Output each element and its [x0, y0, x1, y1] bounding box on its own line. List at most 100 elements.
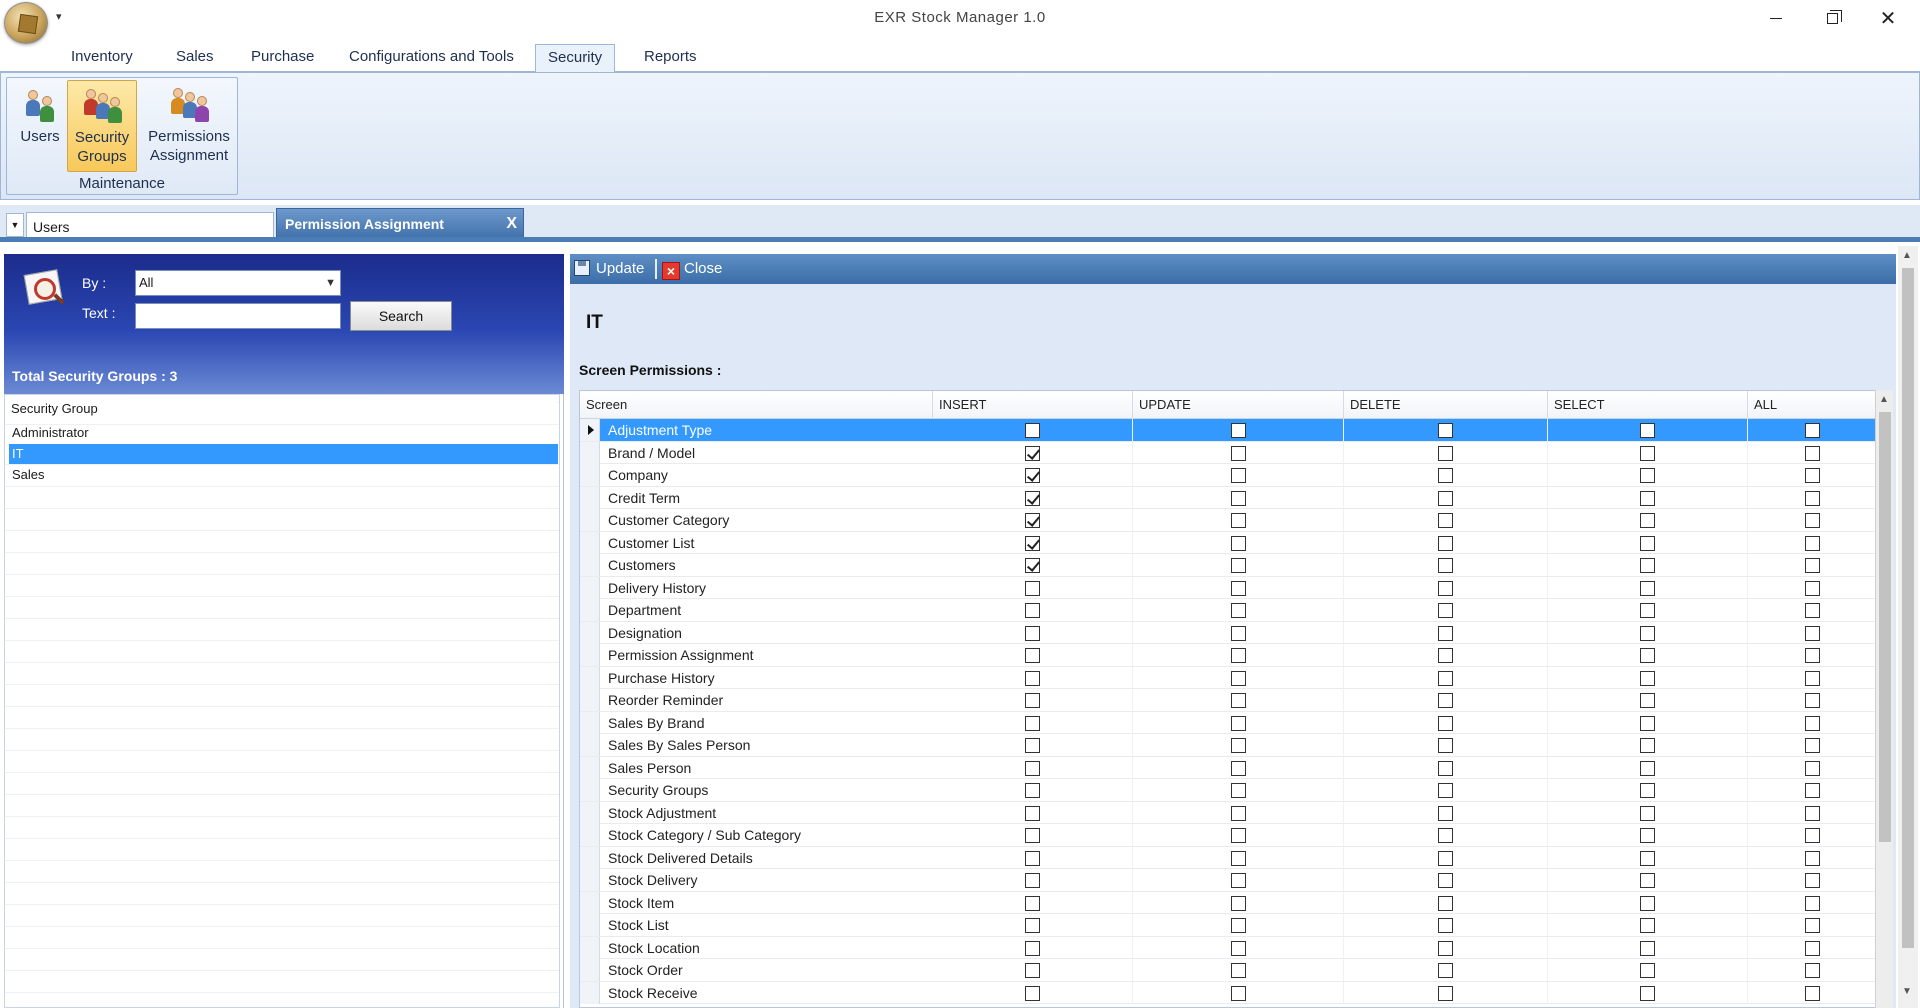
select-checkbox[interactable] — [1640, 828, 1655, 843]
all-checkbox[interactable] — [1805, 693, 1820, 708]
update-checkbox[interactable] — [1231, 625, 1246, 641]
delete-checkbox[interactable] — [1438, 738, 1453, 753]
row-indicator[interactable] — [580, 576, 600, 599]
row-indicator[interactable] — [580, 509, 600, 531]
row-indicator[interactable] — [580, 419, 600, 441]
select-checkbox[interactable] — [1640, 490, 1655, 506]
insert-checkbox[interactable] — [1025, 625, 1040, 641]
all-checkbox[interactable] — [1805, 940, 1820, 956]
delete-checkbox[interactable] — [1438, 873, 1453, 888]
row-indicator[interactable] — [580, 801, 600, 824]
all-checkbox[interactable] — [1805, 918, 1820, 933]
row-indicator[interactable] — [580, 981, 600, 1004]
row-indicator[interactable] — [580, 689, 600, 711]
row-indicator[interactable] — [580, 531, 600, 554]
row-indicator[interactable] — [580, 554, 600, 576]
table-row[interactable]: Stock List — [580, 914, 1875, 937]
table-row[interactable]: Stock Location — [580, 936, 1875, 959]
tab-configurations-and-tools[interactable]: Configurations and Tools — [337, 44, 526, 72]
table-row[interactable]: Delivery History — [580, 576, 1875, 599]
insert-checkbox[interactable] — [1025, 985, 1040, 1001]
table-row[interactable]: Reorder Reminder — [580, 689, 1875, 712]
update-checkbox[interactable] — [1231, 445, 1246, 461]
list-item[interactable]: IT — [9, 444, 558, 464]
insert-checkbox[interactable] — [1025, 468, 1040, 483]
delete-checkbox[interactable] — [1438, 805, 1453, 821]
insert-checkbox[interactable] — [1025, 535, 1040, 551]
insert-checkbox[interactable] — [1025, 738, 1040, 753]
table-row[interactable]: Stock Delivered Details — [580, 846, 1875, 869]
insert-checkbox[interactable] — [1025, 850, 1040, 866]
update-checkbox[interactable] — [1231, 535, 1246, 551]
all-checkbox[interactable] — [1805, 625, 1820, 641]
update-button[interactable]: Update — [574, 258, 644, 280]
select-checkbox[interactable] — [1640, 918, 1655, 933]
insert-checkbox[interactable] — [1025, 918, 1040, 933]
delete-checkbox[interactable] — [1438, 985, 1453, 1001]
insert-checkbox[interactable] — [1025, 580, 1040, 596]
delete-checkbox[interactable] — [1438, 423, 1453, 438]
update-checkbox[interactable] — [1231, 423, 1246, 438]
list-item[interactable]: Sales — [9, 465, 558, 485]
table-row[interactable]: Customers — [580, 554, 1875, 577]
all-checkbox[interactable] — [1805, 873, 1820, 888]
update-checkbox[interactable] — [1231, 828, 1246, 843]
delete-checkbox[interactable] — [1438, 715, 1453, 731]
select-checkbox[interactable] — [1640, 850, 1655, 866]
insert-checkbox[interactable] — [1025, 760, 1040, 776]
row-indicator[interactable] — [580, 756, 600, 779]
select-checkbox[interactable] — [1640, 783, 1655, 798]
row-indicator[interactable] — [580, 711, 600, 734]
update-checkbox[interactable] — [1231, 963, 1246, 978]
update-checkbox[interactable] — [1231, 895, 1246, 911]
insert-checkbox[interactable] — [1025, 828, 1040, 843]
table-row[interactable]: Brand / Model — [580, 441, 1875, 464]
all-checkbox[interactable] — [1805, 603, 1820, 618]
table-row[interactable]: Stock Item — [580, 891, 1875, 914]
insert-checkbox[interactable] — [1025, 445, 1040, 461]
update-checkbox[interactable] — [1231, 738, 1246, 753]
select-checkbox[interactable] — [1640, 603, 1655, 618]
table-row[interactable]: Purchase History — [580, 666, 1875, 689]
update-checkbox[interactable] — [1231, 783, 1246, 798]
select-checkbox[interactable] — [1640, 985, 1655, 1001]
update-checkbox[interactable] — [1231, 715, 1246, 731]
select-checkbox[interactable] — [1640, 670, 1655, 686]
delete-checkbox[interactable] — [1438, 693, 1453, 708]
delete-checkbox[interactable] — [1438, 558, 1453, 573]
all-checkbox[interactable] — [1805, 828, 1820, 843]
select-checkbox[interactable] — [1640, 513, 1655, 528]
close-window-button[interactable]: ✕ — [1860, 0, 1916, 36]
select-checkbox[interactable] — [1640, 895, 1655, 911]
all-checkbox[interactable] — [1805, 783, 1820, 798]
select-checkbox[interactable] — [1640, 648, 1655, 663]
table-row[interactable]: Security Groups — [580, 779, 1875, 802]
delete-checkbox[interactable] — [1438, 513, 1453, 528]
table-row[interactable]: Permission Assignment — [580, 644, 1875, 667]
update-checkbox[interactable] — [1231, 490, 1246, 506]
row-indicator[interactable] — [580, 779, 600, 801]
list-item[interactable]: Administrator — [9, 423, 558, 443]
delete-checkbox[interactable] — [1438, 670, 1453, 686]
chevron-up-icon[interactable]: ▲ — [1902, 250, 1912, 261]
select-checkbox[interactable] — [1640, 760, 1655, 776]
delete-checkbox[interactable] — [1438, 760, 1453, 776]
delete-checkbox[interactable] — [1438, 535, 1453, 551]
users-ribbon-button[interactable]: Users — [11, 80, 69, 172]
insert-checkbox[interactable] — [1025, 693, 1040, 708]
table-row[interactable]: Sales Person — [580, 756, 1875, 779]
update-checkbox[interactable] — [1231, 805, 1246, 821]
table-row[interactable]: Designation — [580, 621, 1875, 644]
table-row[interactable]: Stock Receive — [580, 981, 1875, 1004]
all-checkbox[interactable] — [1805, 738, 1820, 753]
update-checkbox[interactable] — [1231, 580, 1246, 596]
column-header-select[interactable]: SELECT — [1548, 391, 1748, 419]
select-checkbox[interactable] — [1640, 940, 1655, 956]
chevron-down-icon[interactable]: ▼ — [1902, 986, 1912, 997]
all-checkbox[interactable] — [1805, 490, 1820, 506]
row-indicator[interactable] — [580, 734, 600, 756]
table-row[interactable]: Stock Category / Sub Category — [580, 824, 1875, 847]
all-checkbox[interactable] — [1805, 850, 1820, 866]
insert-checkbox[interactable] — [1025, 895, 1040, 911]
all-checkbox[interactable] — [1805, 670, 1820, 686]
